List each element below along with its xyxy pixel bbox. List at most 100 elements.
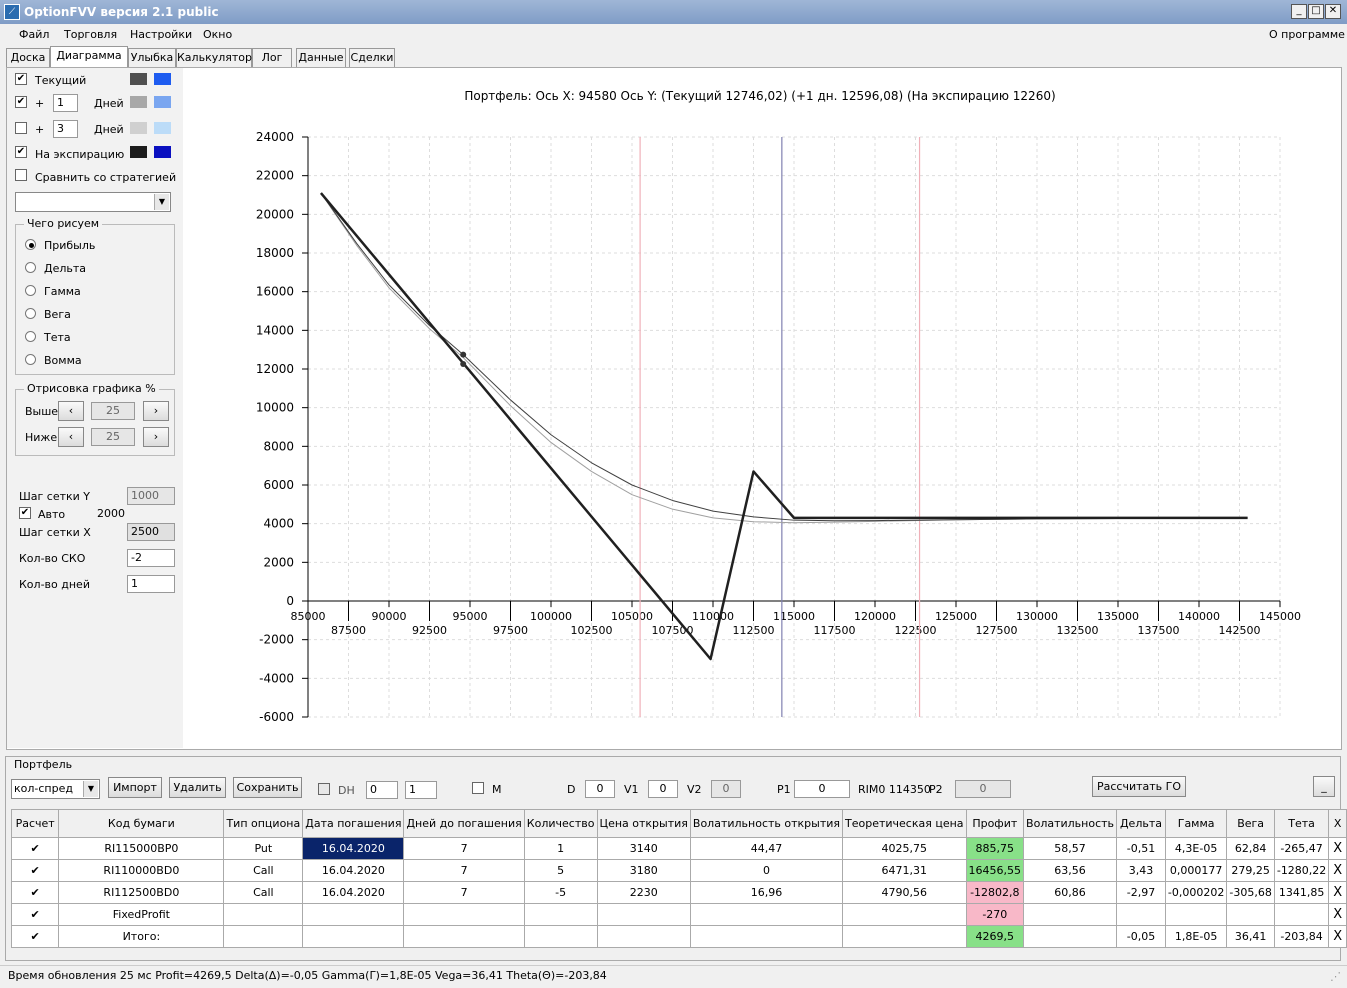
- save-button[interactable]: Сохранить: [233, 777, 302, 798]
- col-header-theo[interactable]: Теоретическая цена: [842, 809, 967, 838]
- dh-checkbox[interactable]: [318, 783, 330, 795]
- x-tick-label: 127500: [976, 624, 1018, 637]
- cell-code: RI110000BD0: [58, 859, 225, 882]
- cell-type: Call: [223, 881, 304, 904]
- p1-input[interactable]: 0: [794, 780, 850, 798]
- cell-qty: [523, 925, 598, 948]
- x-tick-label: 145000: [1259, 610, 1301, 623]
- cell-calc-checkbox[interactable]: ✔: [10, 859, 60, 882]
- x-tick-label: 92500: [412, 624, 447, 637]
- chevron-down-icon: ▼: [83, 781, 98, 797]
- cell-price: [596, 925, 691, 948]
- y-tick-label: 16000: [256, 285, 294, 299]
- x-tick-label: 87500: [331, 624, 366, 637]
- d-label: D: [567, 783, 576, 796]
- minimize-panel-button[interactable]: _: [1313, 776, 1335, 797]
- v2-input[interactable]: 0: [711, 780, 741, 798]
- resize-grip-icon[interactable]: ⋰: [1330, 970, 1341, 983]
- col-header-remove[interactable]: X: [1328, 809, 1347, 838]
- series-line: [320, 192, 1248, 522]
- cell-date[interactable]: 16.04.2020: [302, 881, 405, 904]
- cell-vol-open: 16,96: [689, 881, 844, 904]
- portfolio-title: Портфель: [12, 758, 75, 771]
- col-header-theta[interactable]: Тета: [1273, 809, 1330, 838]
- import-button[interactable]: Импорт: [108, 777, 162, 798]
- col-header-profit[interactable]: Профит: [965, 809, 1025, 838]
- col-header-vol-open[interactable]: Волатильность открытия: [689, 809, 844, 838]
- table-row[interactable]: ✔ FixedProfit -270 X: [10, 903, 1347, 926]
- cell-vol: [1023, 903, 1118, 926]
- cell-calc-checkbox[interactable]: ✔: [10, 925, 60, 948]
- cell-date[interactable]: [302, 925, 405, 948]
- y-tick-label: 8000: [263, 439, 294, 453]
- x-tick-label: 120000: [854, 610, 896, 623]
- table-row[interactable]: ✔ RI115000BP0 Put 16.04.2020 7 1 3140 44,47 4025…: [10, 837, 1347, 860]
- cell-qty: 1: [523, 837, 598, 860]
- cell-theo: [842, 903, 967, 926]
- y-tick-label: 24000: [256, 130, 294, 144]
- m-checkbox[interactable]: [472, 782, 484, 794]
- cell-vega: 279,25: [1226, 859, 1275, 882]
- col-header-vega[interactable]: Вега: [1226, 809, 1275, 838]
- col-header-vol[interactable]: Волатильность: [1023, 809, 1118, 838]
- col-header-days[interactable]: Дней до погашения: [403, 809, 525, 838]
- strategy-select[interactable]: кол-спред ▼: [11, 779, 100, 799]
- dh-stepper-2[interactable]: 1: [405, 781, 437, 799]
- cell-remove-button[interactable]: X: [1328, 925, 1347, 948]
- col-header-price[interactable]: Цена открытия: [596, 809, 691, 838]
- cell-date[interactable]: 16.04.2020: [302, 859, 405, 882]
- cell-vol: 63,56: [1023, 859, 1118, 882]
- col-header-calc[interactable]: Расчет: [10, 809, 60, 838]
- dh-stepper-1[interactable]: 0: [366, 781, 398, 799]
- cell-remove-button[interactable]: X: [1328, 837, 1347, 860]
- x-tick-label: 142500: [1219, 624, 1261, 637]
- col-header-delta[interactable]: Дельта: [1116, 809, 1166, 838]
- cell-vega: 36,41: [1226, 925, 1275, 948]
- col-header-code[interactable]: Код бумаги: [58, 809, 225, 838]
- delete-button[interactable]: Удалить: [169, 777, 226, 798]
- cell-profit: -270: [965, 903, 1025, 926]
- col-header-date[interactable]: Дата погашения: [302, 809, 405, 838]
- calc-go-button[interactable]: Рассчитать ГО: [1092, 776, 1186, 797]
- cell-type: Call: [223, 859, 304, 882]
- cell-theta: -265,47: [1273, 837, 1330, 860]
- y-tick-label: 18000: [256, 246, 294, 260]
- cell-vega: -305,68: [1226, 881, 1275, 904]
- v1-input[interactable]: 0: [648, 780, 678, 798]
- y-tick-label: 4000: [263, 517, 294, 531]
- cell-calc-checkbox[interactable]: ✔: [10, 881, 60, 904]
- table-row[interactable]: ✔ RI110000BD0 Call 16.04.2020 7 5 3180 0 6471,31…: [10, 859, 1347, 882]
- series-line: [320, 192, 1248, 661]
- payoff-chart[interactable]: -6000 -4000 -2000 0 2000 4000 6000 8000 10000 120…: [0, 0, 1347, 750]
- cell-profit: 885,75: [965, 837, 1025, 860]
- cell-vol: [1023, 925, 1118, 948]
- cell-vol-open: 44,47: [689, 837, 844, 860]
- cell-days: 7: [403, 837, 525, 860]
- p2-input[interactable]: 0: [955, 780, 1011, 798]
- cell-code: RI112500BD0: [58, 881, 225, 904]
- cell-gamma: 4,3E-05: [1164, 837, 1228, 860]
- cell-vega: 62,84: [1226, 837, 1275, 860]
- y-tick-label: -6000: [259, 710, 294, 724]
- cell-date[interactable]: [302, 903, 405, 926]
- cell-remove-button[interactable]: X: [1328, 859, 1347, 882]
- table-row[interactable]: ✔ RI112500BD0 Call 16.04.2020 7 -5 2230 16,96 47…: [10, 881, 1347, 904]
- table-row[interactable]: ✔ Итого: 4269,5 -0,05 1,8E-05 36,41 -203,84 X: [10, 925, 1347, 948]
- cell-qty: 5: [523, 859, 598, 882]
- cell-date[interactable]: 16.04.2020: [302, 837, 405, 860]
- x-tick-label: 137500: [1138, 624, 1180, 637]
- x-tick-label: 125000: [935, 610, 977, 623]
- col-header-type[interactable]: Тип опциона: [223, 809, 304, 838]
- cell-calc-checkbox[interactable]: ✔: [10, 837, 60, 860]
- p2-label: P2: [929, 783, 943, 796]
- d-input[interactable]: 0: [585, 780, 615, 798]
- cell-calc-checkbox[interactable]: ✔: [10, 903, 60, 926]
- x-tick-label: 85000: [291, 610, 326, 623]
- cell-remove-button[interactable]: X: [1328, 903, 1347, 926]
- x-tick-label: 97500: [493, 624, 528, 637]
- v2-label: V2: [687, 783, 702, 796]
- col-header-qty[interactable]: Количество: [523, 809, 598, 838]
- cell-remove-button[interactable]: X: [1328, 881, 1347, 904]
- col-header-gamma[interactable]: Гамма: [1164, 809, 1228, 838]
- cell-vol: 60,86: [1023, 881, 1118, 904]
